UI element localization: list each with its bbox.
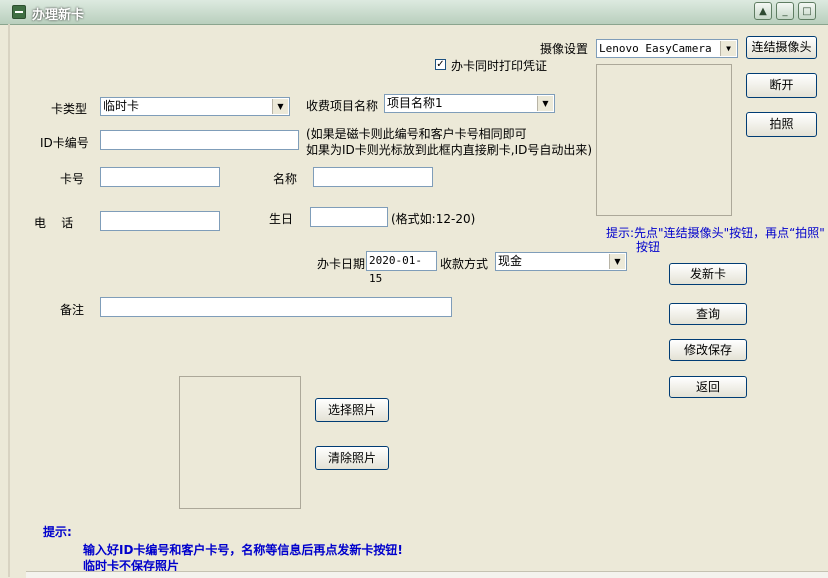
payment-label: 收款方式: [440, 257, 489, 271]
camera-device-select[interactable]: Lenovo EasyCamera ▼: [596, 39, 738, 58]
disconnect-camera-button[interactable]: 断开: [746, 73, 817, 98]
connect-camera-button[interactable]: 连结摄像头: [746, 36, 817, 59]
query-button[interactable]: 查询: [669, 303, 747, 325]
footer-hint-title: 提示:: [43, 525, 72, 539]
card-type-label: 卡类型: [51, 102, 88, 116]
maximize-button[interactable]: □: [798, 2, 816, 20]
remark-label: 备注: [60, 303, 85, 317]
chevron-down-icon: ▼: [537, 96, 553, 111]
clear-photo-button[interactable]: 清除照片: [315, 446, 389, 470]
name-label: 名称: [273, 172, 298, 186]
card-no-input[interactable]: [100, 167, 220, 187]
select-photo-button[interactable]: 选择照片: [315, 398, 389, 422]
payment-value: 现金: [498, 254, 523, 268]
camera-settings-label: 摄像设置: [540, 42, 589, 56]
back-button[interactable]: 返回: [669, 376, 747, 398]
camera-preview: [596, 64, 732, 216]
restore-up-button[interactable]: ▲: [754, 2, 772, 20]
id-card-label: ID卡编号: [40, 136, 89, 150]
phone-label: 电 话: [34, 216, 74, 230]
issue-date-input[interactable]: 2020-01-15: [366, 251, 437, 285]
fee-item-label: 收费项目名称: [306, 99, 379, 113]
chevron-down-icon: ▼: [720, 41, 736, 56]
save-button[interactable]: 修改保存: [669, 339, 747, 361]
chevron-down-icon: ▼: [609, 254, 625, 269]
card-no-label: 卡号: [60, 172, 85, 186]
print-receipt-checkbox[interactable]: ✓: [435, 59, 446, 70]
window-title: 办理新卡: [32, 8, 85, 23]
title-bar: 办理新卡 ▲ _ □: [0, 0, 828, 25]
camera-hint-line2: 按钮: [636, 240, 661, 254]
id-card-note-2: 如果为ID卡则光标放到此框内直接刷卡,ID号自动出来): [306, 143, 593, 157]
card-type-select[interactable]: 临时卡 ▼: [100, 97, 290, 116]
birthday-label: 生日: [269, 212, 294, 226]
issue-date-label: 办卡日期: [317, 257, 366, 271]
birthday-input[interactable]: [310, 207, 388, 227]
chevron-down-icon: ▼: [272, 99, 288, 114]
footer-hint-line1: 输入好ID卡编号和客户卡号，名称等信息后再点发新卡按钮!: [83, 543, 403, 557]
capture-photo-button[interactable]: 拍照: [746, 112, 817, 137]
phone-input[interactable]: [100, 211, 220, 231]
system-menu-icon[interactable]: [12, 5, 26, 19]
camera-device-value: Lenovo EasyCamera: [599, 42, 712, 55]
fee-item-value: 项目名称1: [387, 96, 443, 110]
card-type-value: 临时卡: [103, 99, 140, 113]
minimize-button[interactable]: _: [776, 2, 794, 20]
birthday-format-hint: (格式如:12-20): [391, 212, 476, 226]
payment-select[interactable]: 现金 ▼: [495, 252, 627, 271]
issue-card-button[interactable]: 发新卡: [669, 263, 747, 285]
photo-preview: [179, 376, 301, 509]
print-receipt-label: 办卡同时打印凭证: [451, 59, 548, 73]
remark-input[interactable]: [100, 297, 452, 317]
fee-item-select[interactable]: 项目名称1 ▼: [384, 94, 555, 113]
id-card-input[interactable]: [100, 130, 299, 150]
name-input[interactable]: [313, 167, 433, 187]
id-card-note-1: (如果是磁卡则此编号和客户卡号相同即可: [306, 127, 527, 141]
